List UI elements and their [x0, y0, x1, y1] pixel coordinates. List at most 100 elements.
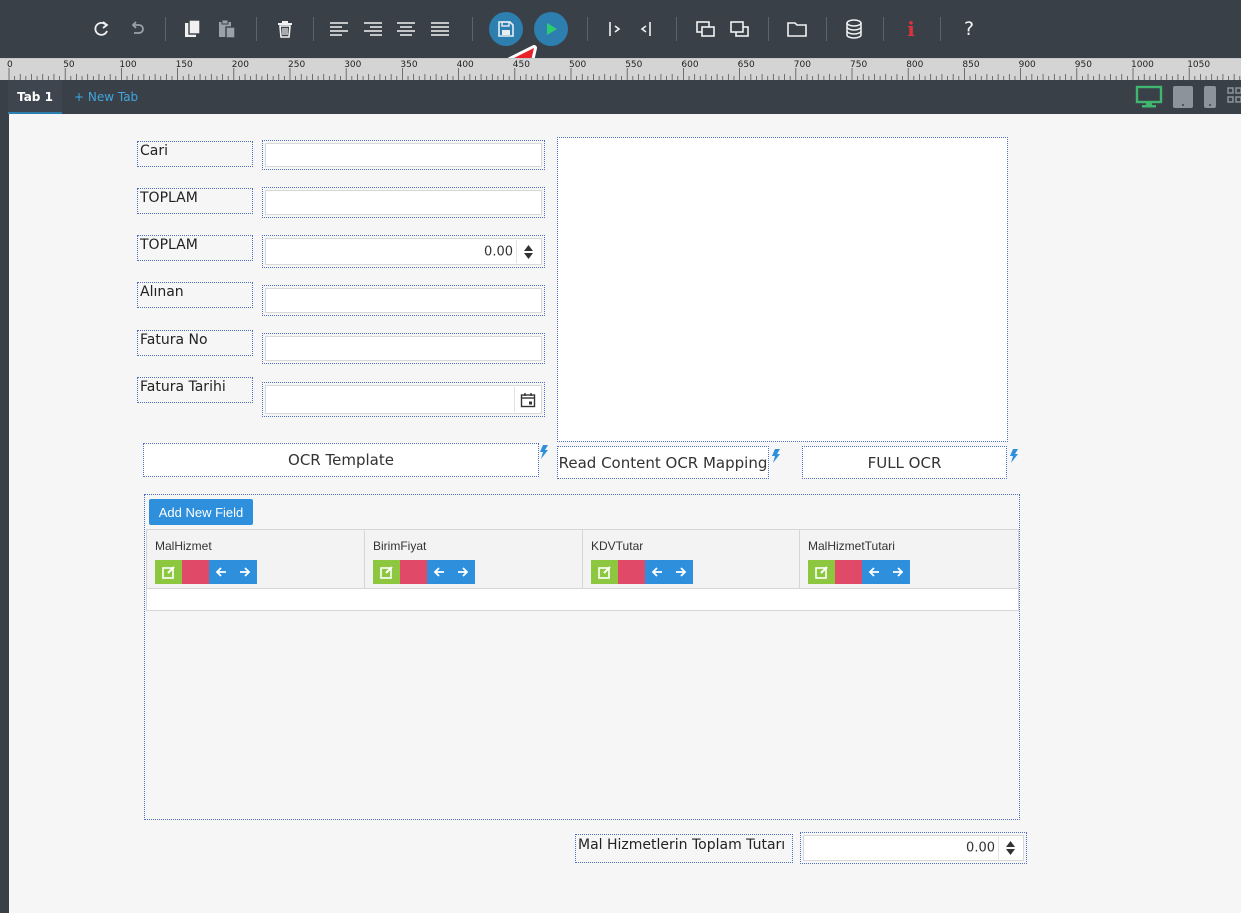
help-icon[interactable]: ?	[956, 15, 982, 43]
info-icon[interactable]: i	[898, 15, 924, 43]
grid-column-kdvtutar: KDVTutar	[583, 530, 800, 589]
phone-icon[interactable]	[1203, 85, 1217, 113]
ruler-label: 0	[7, 60, 13, 70]
ruler-label: 1050	[1187, 60, 1211, 70]
alinan-input[interactable]	[262, 285, 545, 316]
align-left-icon[interactable]	[324, 13, 354, 45]
fatura-tarihi-label[interactable]: Fatura Tarihi	[137, 377, 253, 403]
ruler-label: 700	[793, 60, 811, 70]
indent-left-icon[interactable]	[630, 13, 660, 45]
tab-bar: Tab 1 + New Tab	[0, 80, 1241, 114]
calendar-icon[interactable]	[514, 387, 540, 412]
grid-header: MalHizmet BirimFiyat KDVTutar MalHizmetT…	[147, 530, 1018, 589]
toplam-number-input[interactable]: 0.00	[262, 235, 545, 268]
new-tab-button[interactable]: + New Tab	[74, 80, 138, 114]
spinner-icon[interactable]	[516, 240, 540, 263]
align-right-icon[interactable]	[358, 13, 388, 45]
ruler-label: 1000	[1131, 60, 1154, 70]
ruler-label: 50	[63, 60, 75, 70]
edit-icon[interactable]	[373, 560, 400, 584]
cari-label[interactable]: Cari	[137, 141, 253, 167]
ruler-label: 500	[569, 60, 587, 70]
tab-1[interactable]: Tab 1	[8, 80, 62, 114]
ruler-label: 300	[344, 60, 362, 70]
grid-column-malhizmettutari: MalHizmetTutari	[800, 530, 1018, 589]
ruler-label: 950	[1074, 60, 1092, 70]
grid-column-malhizmet: MalHizmet	[147, 530, 365, 589]
ruler-label: 850	[962, 60, 980, 70]
fatura-no-label[interactable]: Fatura No	[137, 330, 253, 356]
edit-icon[interactable]	[155, 560, 182, 584]
ruler-label: 150	[175, 60, 193, 70]
delete-field-button[interactable]	[618, 560, 645, 584]
cari-input[interactable]	[262, 140, 545, 170]
move-right-icon[interactable]	[669, 560, 693, 584]
ruler-label: 100	[119, 60, 137, 70]
fatura-no-input[interactable]	[262, 333, 545, 364]
ruler-label: 800	[906, 60, 924, 70]
delete-field-button[interactable]	[400, 560, 427, 584]
move-right-icon[interactable]	[451, 560, 475, 584]
grid-table: MalHizmet BirimFiyat KDVTutar MalHizmetT…	[146, 529, 1019, 611]
design-canvas: Cari TOPLAM TOPLAM 0.00 Alınan Fatura No…	[9, 114, 1241, 913]
event-bolt-icon[interactable]	[539, 445, 549, 459]
edit-icon[interactable]	[591, 560, 618, 584]
delete-field-button[interactable]	[835, 560, 862, 584]
move-left-icon[interactable]	[862, 560, 886, 584]
event-bolt-icon[interactable]	[1009, 449, 1019, 463]
copy-icon[interactable]	[178, 13, 208, 45]
desktop-icon[interactable]	[1135, 85, 1163, 113]
alinan-label[interactable]: Alınan	[137, 282, 253, 308]
bring-forward-icon[interactable]	[691, 13, 721, 45]
align-center-icon[interactable]	[391, 13, 421, 45]
ruler-label: 250	[288, 60, 306, 70]
ocr-template-button[interactable]: OCR Template	[143, 443, 539, 477]
ruler-label: 550	[625, 60, 643, 70]
grid-icon[interactable]	[1227, 87, 1241, 111]
toplam-label-1[interactable]: TOPLAM	[137, 188, 253, 214]
toplam-value: 0.00	[484, 244, 513, 259]
toplam-label-2[interactable]: TOPLAM	[137, 235, 253, 261]
undo-icon[interactable]	[122, 13, 152, 45]
ruler-label: 400	[456, 60, 474, 70]
ruler-label: 350	[400, 60, 418, 70]
grid-column-birimfiyat: BirimFiyat	[365, 530, 583, 589]
field-grid: Add New Field MalHizmet BirimFiyat KDVTu…	[144, 494, 1020, 820]
total-number-input[interactable]: 0.00	[800, 832, 1027, 864]
send-backward-icon[interactable]	[725, 13, 755, 45]
paste-icon[interactable]	[212, 13, 242, 45]
read-content-ocr-mapping-button[interactable]: Read Content OCR Mapping	[557, 446, 769, 479]
move-left-icon[interactable]	[427, 560, 451, 584]
move-left-icon[interactable]	[645, 560, 669, 584]
move-right-icon[interactable]	[233, 560, 257, 584]
vertical-ruler	[0, 114, 9, 913]
add-new-field-button[interactable]: Add New Field	[149, 499, 253, 525]
ruler-label: 900	[1018, 60, 1036, 70]
database-icon[interactable]	[839, 13, 869, 45]
fatura-tarihi-date-input[interactable]	[262, 382, 545, 417]
delete-icon[interactable]	[270, 13, 300, 45]
move-left-icon[interactable]	[209, 560, 233, 584]
ruler-label: 200	[231, 60, 249, 70]
spinner-icon[interactable]	[998, 837, 1022, 859]
column-name: BirimFiyat	[373, 539, 427, 553]
horizontal-ruler: 0 50 100 150 200 250 300 350 400 450 500 550 600 650 7…	[0, 58, 1241, 80]
indent-right-icon[interactable]	[600, 13, 630, 45]
redo-icon[interactable]	[87, 13, 117, 45]
align-justify-icon[interactable]	[425, 13, 455, 45]
column-name: KDVTutar	[591, 539, 644, 553]
total-label[interactable]: Mal Hizmetlerin Toplam Tutarı	[575, 834, 793, 863]
folder-icon[interactable]	[782, 13, 812, 45]
edit-icon[interactable]	[808, 560, 835, 584]
event-bolt-icon[interactable]	[771, 449, 781, 463]
document-preview-area[interactable]	[557, 137, 1008, 442]
tablet-icon[interactable]	[1172, 85, 1194, 113]
delete-field-button[interactable]	[182, 560, 209, 584]
toplam-input-1[interactable]	[262, 187, 545, 218]
column-name: MalHizmet	[155, 539, 212, 553]
ruler-label: 750	[850, 60, 868, 70]
ruler-label: 650	[737, 60, 755, 70]
full-ocr-button[interactable]: FULL OCR	[802, 446, 1007, 479]
move-right-icon[interactable]	[886, 560, 910, 584]
column-name: MalHizmetTutari	[808, 539, 895, 553]
